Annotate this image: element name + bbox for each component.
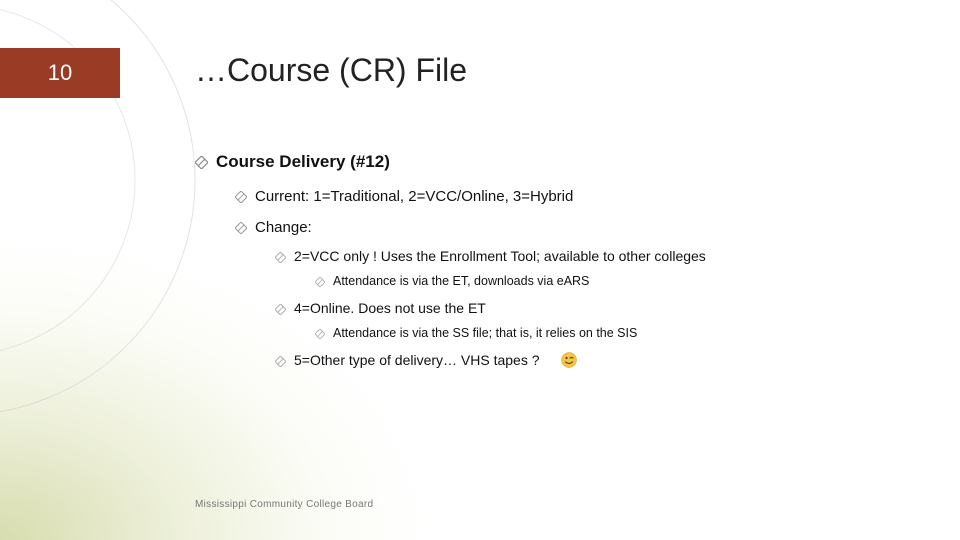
heading-text: Course Delivery (#12) xyxy=(216,152,390,172)
change-label: Change: xyxy=(255,219,312,236)
slide-number-badge: 10 xyxy=(0,48,120,98)
diamond-icon xyxy=(235,190,247,207)
diamond-icon xyxy=(275,302,286,318)
diamond-icon xyxy=(195,154,208,174)
bullet-lvl3: 4=Online. Does not use the ET xyxy=(275,300,920,318)
slide-number: 10 xyxy=(48,60,72,86)
online-line: 4=Online. Does not use the ET xyxy=(294,300,486,316)
diamond-icon xyxy=(235,221,247,238)
other-line-wrap: 5=Other type of delivery… VHS tapes ? xyxy=(294,352,577,368)
online-sub-line: Attendance is via the SS file; that is, … xyxy=(333,326,637,340)
bullet-lvl2: Change: xyxy=(235,219,920,238)
content-area: Course Delivery (#12) Current: 1=Traditi… xyxy=(195,152,920,374)
vcc-sub-line: Attendance is via the ET, downloads via … xyxy=(333,274,589,288)
bullet-lvl3: 2=VCC only ! Uses the Enrollment Tool; a… xyxy=(275,248,920,266)
bullet-lvl4: Attendance is via the SS file; that is, … xyxy=(315,326,920,342)
current-line: Current: 1=Traditional, 2=VCC/Online, 3=… xyxy=(255,188,573,205)
vcc-line: 2=VCC only ! Uses the Enrollment Tool; a… xyxy=(294,248,706,264)
bullet-lvl3: 5=Other type of delivery… VHS tapes ? xyxy=(275,352,920,370)
diamond-icon xyxy=(275,354,286,370)
other-line: 5=Other type of delivery… VHS tapes ? xyxy=(294,352,540,368)
page-title: …Course (CR) File xyxy=(195,52,467,89)
bullet-lvl2: Current: 1=Traditional, 2=VCC/Online, 3=… xyxy=(235,188,920,207)
diamond-icon xyxy=(275,250,286,266)
diamond-icon xyxy=(315,276,325,290)
wink-emoji-icon xyxy=(561,352,577,368)
footer-text: Mississippi Community College Board xyxy=(195,499,373,510)
diamond-icon xyxy=(315,328,325,342)
bullet-lvl4: Attendance is via the ET, downloads via … xyxy=(315,274,920,290)
bullet-lvl1: Course Delivery (#12) xyxy=(195,152,920,174)
